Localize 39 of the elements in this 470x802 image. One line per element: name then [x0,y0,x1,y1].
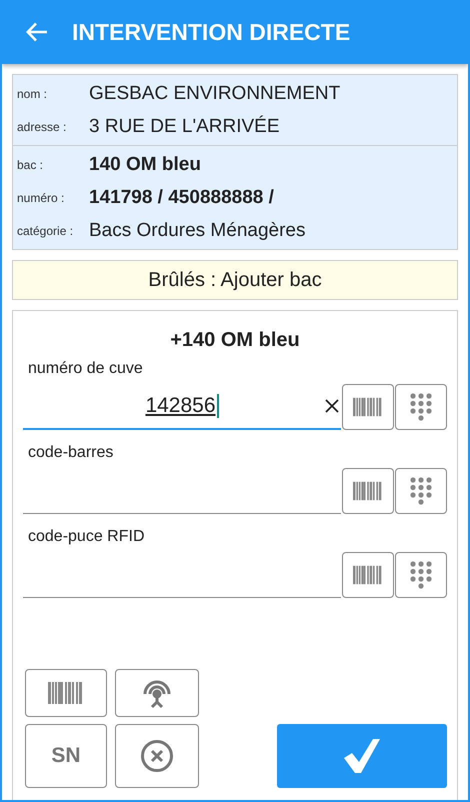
action-banner: Brûlés : Ajouter bac [12,260,458,300]
barcode-icon [48,682,84,704]
info-value: GESBAC ENVIRONNEMENT [89,82,340,104]
keypad-button[interactable] [395,468,447,514]
confirm-button[interactable] [277,724,447,788]
cancel-button[interactable] [115,724,199,788]
back-button[interactable] [26,22,48,42]
scan-button[interactable] [342,552,394,598]
barcode-icon [353,397,383,417]
field-label: numéro de cuve [27,360,144,378]
info-label: adresse : [16,120,68,134]
field-label: code-barres [27,444,114,462]
checkmark-icon [343,738,381,774]
info-value: 140 OM bleu [89,154,201,176]
rfid-button[interactable] [115,669,199,717]
cancel-icon [140,739,174,773]
keypad-button[interactable] [395,552,447,598]
info-value: 3 RUE DE L'ARRIVÉE [89,116,280,138]
back-arrow-icon [26,22,48,42]
info-label: catégorie : [16,224,74,238]
barcode-icon [353,481,383,501]
close-icon [325,399,339,413]
keypad-icon [410,477,432,505]
input-field[interactable]: 142856 [23,384,341,430]
keypad-icon [410,561,432,589]
info-label: numéro : [16,190,66,204]
form-title: +140 OM bleu [169,329,301,352]
keypad-button[interactable] [395,384,447,430]
field-label: code-puce RFID [27,528,146,546]
screen-title: INTERVENTION DIRECTE [72,18,350,46]
info-label: nom : [16,86,48,100]
barcode-button[interactable] [25,669,107,717]
keypad-icon [410,393,432,421]
scan-button[interactable] [342,468,394,514]
info-value: 141798 / 450888888 / [89,186,274,208]
barcode-icon [353,565,383,585]
info-value: Bacs Ordures Ménagères [89,220,306,242]
info-label: bac : [16,158,44,172]
serial-number-button[interactable]: SN [25,724,107,788]
